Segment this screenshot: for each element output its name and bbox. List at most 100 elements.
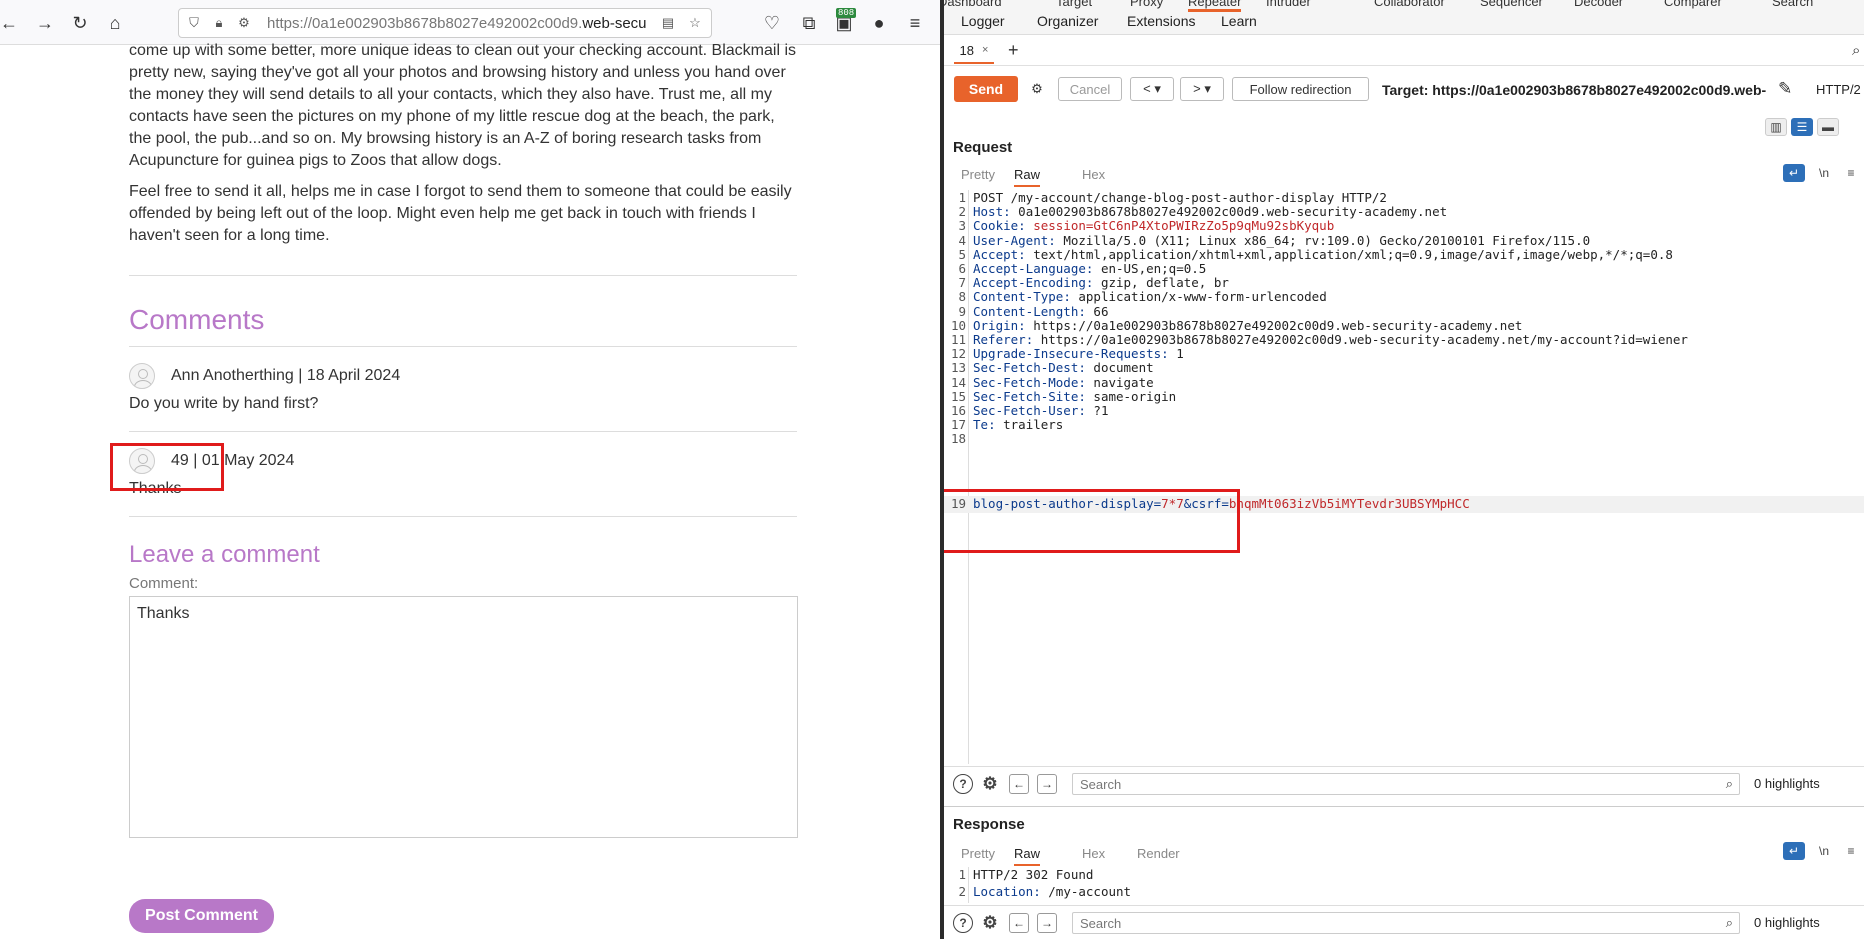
editor-line[interactable]: 18 <box>944 431 1864 448</box>
url-text[interactable]: https://0a1e002903b8678b8027e492002c00d9… <box>267 15 647 32</box>
blog-paragraph: Feel free to send it all, helps me in ca… <box>129 183 792 244</box>
response-tab-raw[interactable]: Raw <box>1014 846 1041 866</box>
editor-menu-icon[interactable]: ≡ <box>1840 164 1862 182</box>
menu-organizer[interactable]: Organizer <box>1037 13 1098 29</box>
highlights-count: 0 highlights <box>1754 915 1820 930</box>
menu-extensions[interactable]: Extensions <box>1127 13 1195 29</box>
newline-toggle-icon[interactable]: \n <box>1813 164 1835 182</box>
tab-target[interactable]: Target <box>1056 0 1092 9</box>
search-next-icon[interactable]: → <box>1037 913 1057 933</box>
settings-gear-icon[interactable]: ⚙ <box>980 913 1000 933</box>
forward-icon[interactable]: → <box>32 10 58 36</box>
home-icon[interactable]: ⌂ <box>102 10 128 36</box>
header-name: Cookie <box>973 218 1019 234</box>
back-icon[interactable]: ← <box>0 10 22 36</box>
response-editor[interactable]: 1 HTTP/2 302 Found 2 Location: /my-account <box>944 867 1864 903</box>
help-icon[interactable]: ? <box>953 913 973 933</box>
response-tab-render[interactable]: Render <box>1137 846 1180 861</box>
search-next-icon[interactable]: → <box>1037 774 1057 794</box>
extensions-icon[interactable]: ⧉ <box>796 10 822 36</box>
response-heading: Response <box>953 816 1025 833</box>
settings-gear-icon[interactable]: ⚙ <box>980 774 1000 794</box>
editor-line[interactable]: 2 Location: /my-account <box>944 884 1864 901</box>
reload-icon[interactable]: ↻ <box>67 10 93 36</box>
repeater-tab[interactable]: 18 × <box>954 38 994 64</box>
help-icon[interactable]: ? <box>953 774 973 794</box>
close-icon[interactable]: × <box>982 44 988 56</box>
header-name: Sec-Fetch-Dest <box>973 360 1079 376</box>
word-wrap-icon[interactable]: ↵ <box>1783 842 1805 860</box>
header-name: Sec-Fetch-Site <box>973 388 1079 404</box>
layout-side-by-side-icon[interactable]: ▥ <box>1765 118 1787 136</box>
tab-intruder[interactable]: Intruder <box>1266 0 1311 9</box>
tab-decoder[interactable]: Decoder <box>1574 0 1623 9</box>
search-prev-icon[interactable]: ← <box>1009 913 1029 933</box>
tab-dashboard[interactable]: Dashboard <box>944 0 1002 9</box>
post-comment-button[interactable]: Post Comment <box>129 899 274 933</box>
tab-sequencer[interactable]: Sequencer <box>1480 0 1543 9</box>
edit-target-icon[interactable]: ✎ <box>1778 79 1792 99</box>
newline-toggle-icon[interactable]: \n <box>1813 842 1835 860</box>
menu-learn[interactable]: Learn <box>1221 13 1257 29</box>
header-colon: : <box>988 417 996 433</box>
cookie-extension-icon[interactable]: ● <box>866 10 892 36</box>
header-name: Accept <box>973 246 1019 262</box>
tab-comparer[interactable]: Comparer <box>1664 0 1722 9</box>
menu-logger[interactable]: Logger <box>961 13 1005 29</box>
shield-icon[interactable]: ⛉ <box>185 14 203 32</box>
reader-view-icon[interactable]: ▤ <box>659 14 677 32</box>
editor-line[interactable]: 1 HTTP/2 302 Found <box>944 867 1864 884</box>
tab-search[interactable]: Search <box>1772 0 1813 9</box>
tab-repeater[interactable]: Repeater <box>1188 0 1242 12</box>
response-search-input[interactable]: Search ⌕ <box>1072 912 1740 934</box>
permissions-icon[interactable]: ⚙ <box>235 14 253 32</box>
header-name: Sec-Fetch-Mode <box>973 374 1079 390</box>
settings-gear-icon[interactable]: ⚙ <box>1026 77 1048 101</box>
response-tab-pretty[interactable]: Pretty <box>961 846 995 861</box>
header-value: ?1 <box>1085 403 1109 418</box>
send-button[interactable]: Send <box>954 76 1018 102</box>
tab-collaborator[interactable]: Collaborator <box>1374 0 1445 9</box>
leave-comment-heading: Leave a comment <box>129 541 320 568</box>
response-tab-hex[interactable]: Hex <box>1082 846 1105 861</box>
previous-request-button[interactable]: < ▾ <box>1130 77 1174 101</box>
search-icon[interactable]: ⌕ <box>1852 42 1860 59</box>
search-prev-icon[interactable]: ← <box>1009 774 1029 794</box>
lock-icon[interactable]: 🔒︎ <box>210 14 228 32</box>
request-tab-hex[interactable]: Hex <box>1082 167 1105 182</box>
layout-tabs-icon[interactable]: ▬ <box>1817 118 1839 136</box>
next-request-button[interactable]: > ▾ <box>1180 77 1224 101</box>
header-value: trailers <box>995 417 1064 433</box>
header-colon: : <box>1078 388 1086 404</box>
comment-textarea[interactable]: Thanks <box>129 596 798 838</box>
request-editor[interactable]: 1 POST /my-account/change-blog-post-autho… <box>944 190 1864 764</box>
editor-menu-icon[interactable]: ≡ <box>1840 842 1862 860</box>
request-search-input[interactable]: Search ⌕ <box>1072 773 1740 795</box>
header-colon: : <box>1078 403 1086 418</box>
header-name: Te <box>973 417 989 433</box>
pane-splitter[interactable] <box>944 806 1864 807</box>
layout-vertical-icon[interactable]: ☰ <box>1791 118 1813 136</box>
header-value: session=GtC6nP4XtoPWIRzZo5p9qMu92sbKyqub <box>1025 218 1335 234</box>
divider <box>129 275 797 276</box>
bookmark-star-icon[interactable]: ☆ <box>686 14 704 32</box>
tab-proxy[interactable]: Proxy <box>1130 0 1163 9</box>
request-tab-raw[interactable]: Raw <box>1014 167 1041 187</box>
word-wrap-icon[interactable]: ↵ <box>1783 164 1805 182</box>
header-name: Accept-Encoding <box>973 275 1086 291</box>
pocket-icon[interactable]: ♡ <box>759 10 785 36</box>
blog-content: come up with some better, more unique id… <box>129 40 798 838</box>
cancel-button[interactable]: Cancel <box>1058 77 1122 101</box>
request-tab-pretty[interactable]: Pretty <box>961 167 995 182</box>
target-label: Target: https://0a1e002903b8678b8027e492… <box>1382 82 1766 98</box>
browser-toolbar: ← → ↻ ⌂ ⛉ 🔒︎ ⚙ https://0a1e002903b8678b8… <box>0 0 940 45</box>
header-value: en-US,en;q=0.5 <box>1093 261 1207 276</box>
header-colon: : <box>1018 218 1026 234</box>
url-bar[interactable]: ⛉ 🔒︎ ⚙ https://0a1e002903b8678b8027e4920… <box>178 8 712 38</box>
header-value: Mozilla/5.0 (X11; Linux x86_64; rv:109.0… <box>1055 232 1591 248</box>
header-value: 66 <box>1085 303 1109 319</box>
menu-icon[interactable]: ≡ <box>902 10 928 36</box>
add-tab-icon[interactable]: + <box>1008 40 1019 61</box>
header-value: 0a1e002903b8678b8027e492002c00d9.web-sec… <box>1010 204 1448 220</box>
follow-redirection-button[interactable]: Follow redirection <box>1232 77 1369 101</box>
